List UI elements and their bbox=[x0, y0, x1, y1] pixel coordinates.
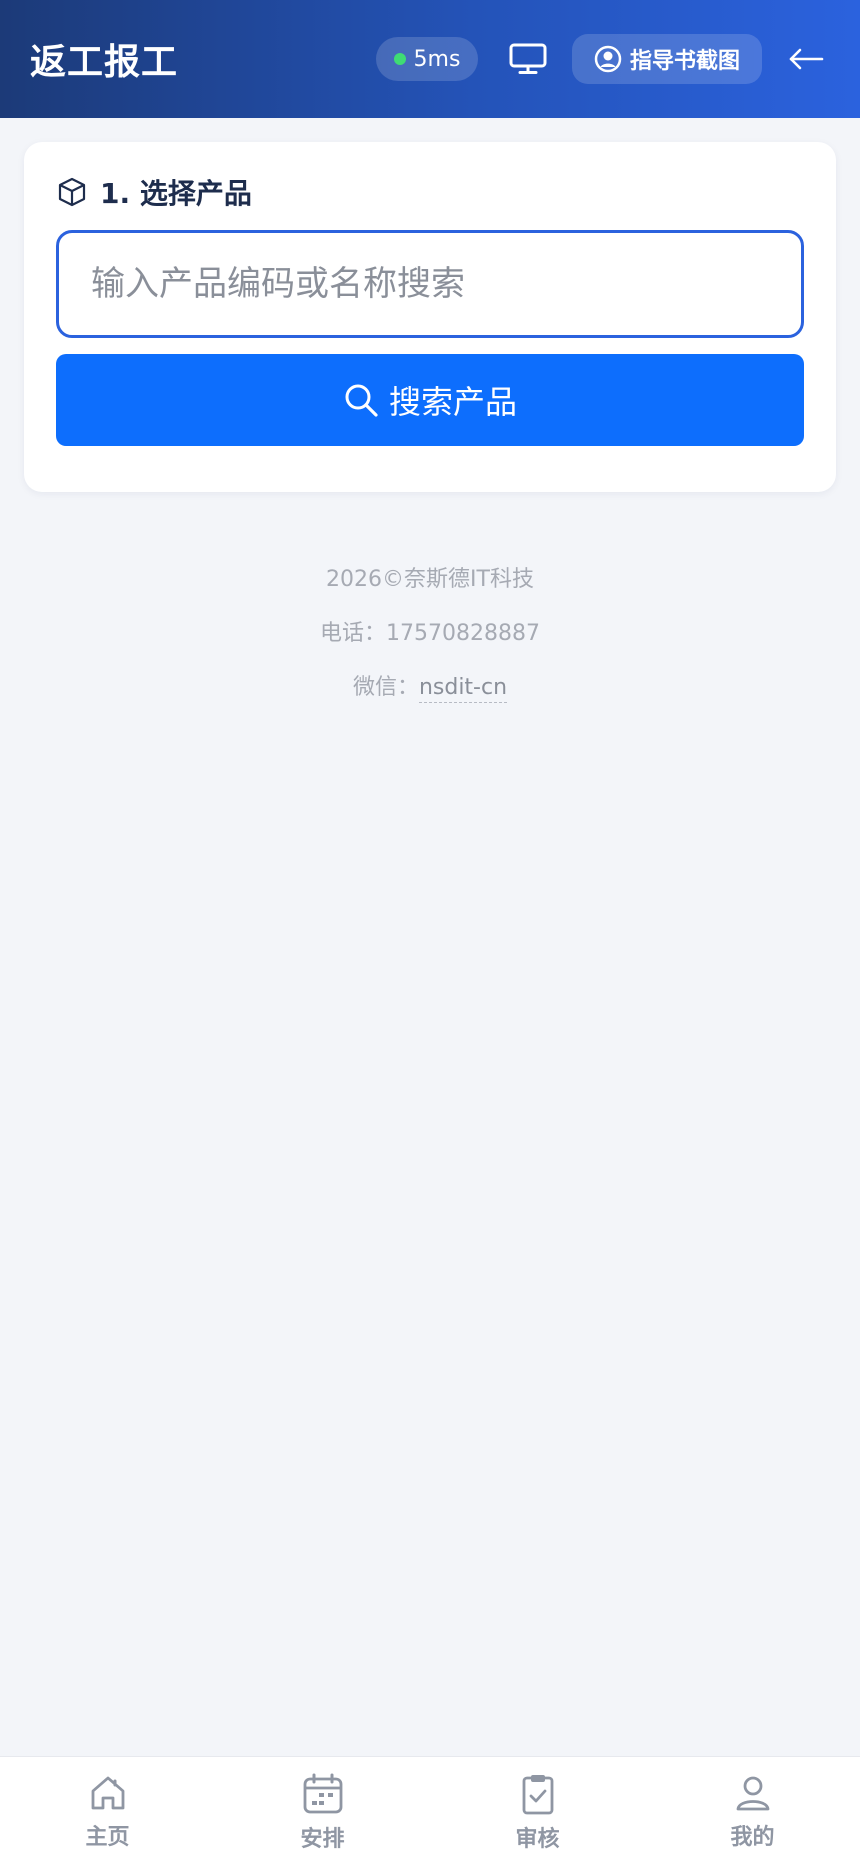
product-select-card: 1. 选择产品 搜索产品 bbox=[24, 142, 836, 492]
header-actions: 5ms 指导书截图 bbox=[376, 34, 830, 84]
bottom-nav: 主页 安排 审核 我的 bbox=[0, 1756, 860, 1864]
status-dot bbox=[393, 53, 406, 65]
search-icon bbox=[345, 384, 378, 417]
app-header: 返工报工 5ms 指导书截图 bbox=[0, 0, 860, 118]
search-product-button[interactable]: 搜索产品 bbox=[56, 354, 804, 446]
page: 返工报工 5ms 指导书截图 1. 选择产品 输入产品编码或名称搜索 搜索产品 … bbox=[0, 0, 860, 1864]
nav-item-home[interactable]: 主页 bbox=[0, 1757, 215, 1864]
phone-text: 电话：17570828887 bbox=[320, 621, 540, 646]
copyright-text: 2026©奈斯德IT科技 bbox=[326, 567, 534, 592]
wechat-label: 微信： bbox=[352, 675, 419, 700]
latency-value: 5ms bbox=[413, 46, 461, 72]
clipboard-check-icon bbox=[522, 1775, 553, 1815]
home-icon bbox=[91, 1776, 124, 1810]
arrow-left-icon bbox=[789, 48, 824, 70]
wechat-line: 微信：nsdit-cn bbox=[0, 670, 860, 724]
wechat-id[interactable]: nsdit-cn bbox=[418, 675, 508, 703]
nav-item-schedule[interactable]: 安排 bbox=[215, 1757, 430, 1864]
nav-label-mine: 我的 bbox=[730, 1825, 775, 1850]
page-title: 返工报工 bbox=[30, 42, 179, 83]
nav-item-review[interactable]: 审核 bbox=[430, 1757, 645, 1864]
back-button[interactable] bbox=[782, 35, 830, 83]
search-button-label: 搜索产品 bbox=[388, 383, 517, 421]
product-search-input[interactable] bbox=[56, 230, 804, 338]
user-circle-icon bbox=[594, 45, 622, 73]
user-icon bbox=[736, 1776, 769, 1811]
monitor-button[interactable] bbox=[504, 35, 552, 83]
nav-label-home: 主页 bbox=[85, 1825, 130, 1850]
latency-badge: 5ms bbox=[376, 37, 478, 81]
guide-button-label: 指导书截图 bbox=[629, 49, 740, 74]
box-icon bbox=[58, 177, 86, 207]
nav-label-schedule: 安排 bbox=[300, 1827, 345, 1852]
calendar-icon bbox=[303, 1773, 342, 1814]
monitor-icon bbox=[509, 43, 547, 74]
nav-item-mine[interactable]: 我的 bbox=[645, 1757, 860, 1864]
company-info: 2026©奈斯德IT科技 电话：17570828887 微信：nsdit-cn bbox=[0, 562, 860, 724]
section-title: 1. 选择产品 bbox=[56, 172, 252, 212]
section-title-text: 1. 选择产品 bbox=[100, 177, 252, 210]
nav-label-review: 审核 bbox=[515, 1827, 560, 1852]
guide-screenshot-button[interactable]: 指导书截图 bbox=[572, 34, 762, 84]
